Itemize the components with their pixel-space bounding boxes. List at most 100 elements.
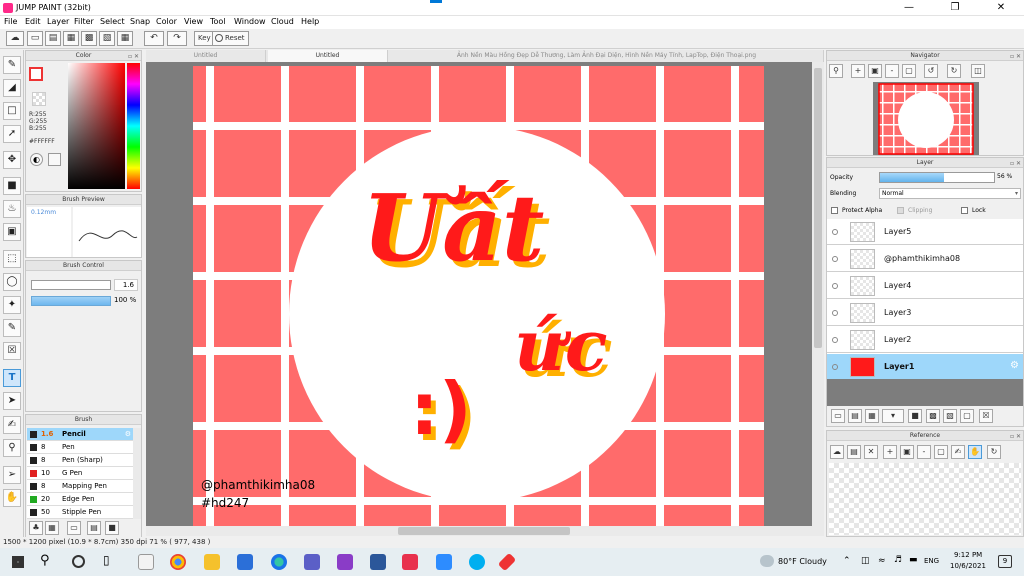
redo-icon[interactable]: ↷ <box>167 31 187 46</box>
menu-cloud[interactable]: Cloud <box>271 17 294 26</box>
reference-eyedropper-icon[interactable]: ✍ <box>951 445 965 459</box>
reset-button[interactable]: Reset <box>212 31 249 46</box>
print-icon[interactable]: ▧ <box>99 31 115 46</box>
gear-icon[interactable]: ⚙ <box>1010 360 1019 371</box>
brush-item-g-pen[interactable]: 10 G Pen <box>27 467 133 480</box>
undo-icon[interactable]: ↶ <box>144 31 164 46</box>
open-file-icon[interactable]: ▤ <box>45 31 61 46</box>
reference-canvas[interactable] <box>829 463 1021 535</box>
pen-app-icon[interactable] <box>497 552 517 572</box>
clipping-checkbox[interactable] <box>897 207 904 214</box>
tab-untitled-1[interactable]: Untitled <box>146 50 266 62</box>
brush-item-pen-sharp[interactable]: 8 Pen (Sharp) <box>27 454 133 467</box>
brush-item-edge-pen[interactable]: 20 Edge Pen <box>27 493 133 506</box>
brush-item-pen[interactable]: 8 Pen <box>27 441 133 454</box>
zoom-minus-icon[interactable]: - <box>885 64 899 78</box>
select-pen-icon[interactable]: ✎ <box>3 319 21 337</box>
edge-icon[interactable] <box>271 554 287 570</box>
network-icon[interactable]: ◫ <box>861 556 870 566</box>
layer-opacity-slider[interactable] <box>879 172 995 183</box>
menu-file[interactable]: File <box>4 17 17 26</box>
canvas-horizontal-scrollbar[interactable] <box>146 526 824 536</box>
pen-tool-icon[interactable]: ✎ <box>3 56 21 74</box>
brush-folder-icon[interactable]: ▦ <box>45 521 59 535</box>
teams-icon[interactable] <box>304 554 320 570</box>
brush-item-mapping-pen[interactable]: 8 Mapping Pen <box>27 480 133 493</box>
layer-folder-icon[interactable]: ■ <box>908 409 922 423</box>
cloud-reference-icon[interactable]: ☁ <box>830 445 844 459</box>
visibility-icon[interactable] <box>832 364 838 370</box>
visibility-icon[interactable] <box>832 229 838 235</box>
brush-item-pencil[interactable]: 1.6 Pencil ⚙ <box>27 428 133 441</box>
tab-untitled-2[interactable]: Untitled <box>268 50 388 62</box>
restore-button[interactable]: ❐ <box>932 0 978 16</box>
mail-icon[interactable] <box>237 554 253 570</box>
weather-text[interactable]: 80°F Cloudy <box>778 557 827 566</box>
messenger-icon[interactable] <box>337 554 353 570</box>
eraser-tool-icon[interactable]: ◢ <box>3 79 21 97</box>
minimize-button[interactable]: — <box>886 0 932 16</box>
brush-list-scrollbar[interactable] <box>133 428 141 519</box>
cortana-icon[interactable] <box>72 555 85 568</box>
magic-wand-icon[interactable]: ✦ <box>3 296 21 314</box>
clip-layer-icon[interactable]: ▢ <box>960 409 974 423</box>
menu-color[interactable]: Color <box>156 17 177 26</box>
save-icon[interactable]: ▦ <box>63 31 79 46</box>
flip-icon[interactable]: ◫ <box>971 64 985 78</box>
clock-time[interactable]: 9:12 PM <box>954 551 982 559</box>
search-icon[interactable]: ⚲ <box>40 553 50 568</box>
reference-zoom-in-icon[interactable]: + <box>883 445 897 459</box>
cloud-icon[interactable]: ☁ <box>6 31 24 46</box>
layer-row-layer3[interactable]: Layer3 <box>827 300 1023 326</box>
navigator-thumbnail[interactable] <box>873 82 979 155</box>
panel-window-icon[interactable]: ▫ ✕ <box>1010 159 1021 169</box>
new-file-icon[interactable]: ▭ <box>27 31 43 46</box>
eyedropper-icon[interactable]: ✍ <box>3 416 21 434</box>
pipette-icon[interactable]: ➢ <box>3 466 21 484</box>
saturation-value-picker[interactable] <box>68 63 125 189</box>
brush-copy-icon[interactable]: ▭ <box>67 521 81 535</box>
new-text-layer-icon[interactable]: ▦ <box>865 409 879 423</box>
panel-window-icon[interactable]: ▫ ✕ <box>1010 432 1021 442</box>
move-tool-icon[interactable]: ✥ <box>3 151 21 169</box>
brush-item-stipple-pen[interactable]: 50 Stipple Pen <box>27 506 133 519</box>
actual-size-icon[interactable]: ▢ <box>902 64 916 78</box>
lock-checkbox[interactable] <box>961 207 968 214</box>
brush-open-folder-icon[interactable]: ■ <box>105 521 119 535</box>
bucket-fill-icon[interactable]: ♨ <box>3 200 21 218</box>
zoom-fit-icon[interactable]: ▣ <box>868 64 882 78</box>
skype-icon[interactable] <box>469 554 485 570</box>
visibility-icon[interactable] <box>832 337 838 343</box>
operation-tool-icon[interactable]: ➤ <box>3 392 21 410</box>
zoom-icon[interactable]: ⚲ <box>3 439 21 457</box>
gradient-icon[interactable]: ▣ <box>3 223 21 241</box>
menu-tool[interactable]: Tool <box>210 17 226 26</box>
merge-layer-icon[interactable]: ▧ <box>943 409 957 423</box>
marquee-select-icon[interactable]: ⬚ <box>3 250 21 268</box>
grid-icon[interactable]: ▦ <box>117 31 133 46</box>
menu-edit[interactable]: Edit <box>25 17 41 26</box>
canvas-vertical-scrollbar[interactable] <box>812 62 824 526</box>
color-set-icon[interactable] <box>48 153 61 166</box>
brush-file-icon[interactable]: ▤ <box>87 521 101 535</box>
blending-select[interactable]: Normal ▾ <box>879 188 1021 199</box>
brush-size-slider[interactable] <box>31 280 111 290</box>
layer-row-layer2[interactable]: Layer2 <box>827 327 1023 353</box>
reference-actual-size-icon[interactable]: ▢ <box>934 445 948 459</box>
menu-window[interactable]: Window <box>234 17 266 26</box>
duplicate-layer-icon[interactable]: ▩ <box>926 409 940 423</box>
battery-icon[interactable]: ▬ <box>909 555 918 565</box>
canvas-image[interactable]: Ưất Ưất ức ức :) :) @phamthikimha08 #hd2… <box>146 62 812 526</box>
export-icon[interactable]: ▩ <box>81 31 97 46</box>
fill-rect-icon[interactable]: ■ <box>3 177 21 195</box>
file-explorer-icon[interactable] <box>204 554 220 570</box>
reference-fit-icon[interactable]: ▣ <box>900 445 914 459</box>
tab-pink-background[interactable]: Ảnh Nền Màu Hồng Đẹp Dễ Thương, Làm Ảnh … <box>390 50 824 62</box>
layer-row-layer5[interactable]: Layer5 <box>827 219 1023 245</box>
zoom-app-icon[interactable] <box>436 554 452 570</box>
notification-icon[interactable]: 9 <box>998 555 1012 568</box>
text-tool-icon[interactable]: T <box>3 369 21 387</box>
wifi-icon[interactable]: ≈ <box>878 556 886 566</box>
select-eraser-icon[interactable]: ☒ <box>3 342 21 360</box>
word-icon[interactable] <box>370 554 386 570</box>
